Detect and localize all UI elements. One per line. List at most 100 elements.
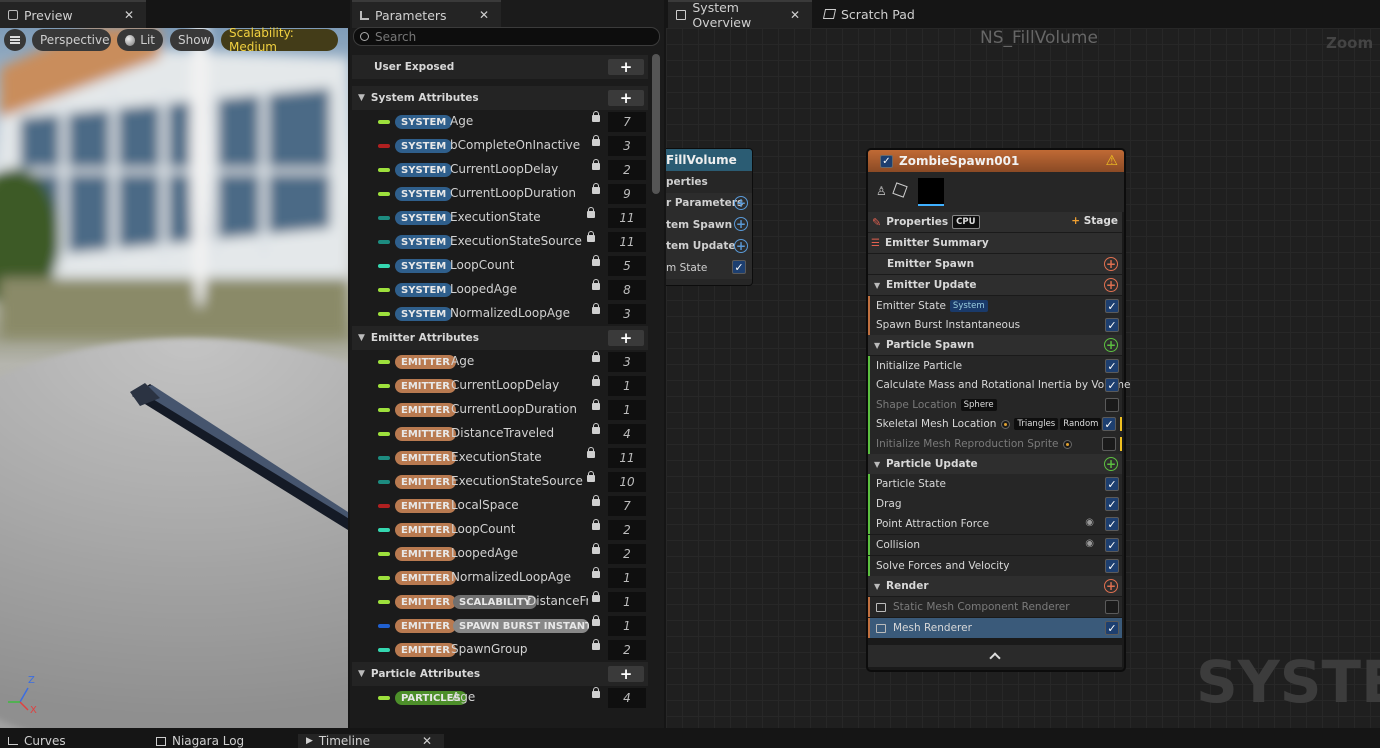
particle-attributes-header[interactable]: ▼ Particle Attributes + — [352, 662, 648, 686]
add-parameter-button[interactable]: + — [608, 90, 644, 106]
tab-system-overview[interactable]: System Overview ✕ — [668, 0, 812, 30]
user-exposed-header[interactable]: User Exposed + — [352, 55, 648, 79]
emitter-thumbnail[interactable] — [918, 178, 944, 206]
parameter-row[interactable]: SYSTEM NormalizedLoopAge 3 — [352, 302, 648, 326]
parameter-row[interactable]: EMITTER LoopCount 2 — [352, 518, 648, 542]
enabled-checkbox[interactable]: ✓ — [1105, 621, 1119, 635]
enabled-checkbox[interactable]: ✓ — [1105, 559, 1119, 573]
cube-icon[interactable] — [892, 182, 908, 198]
show-button[interactable]: Show — [170, 29, 214, 51]
enabled-checkbox[interactable]: ✓ — [1105, 477, 1119, 491]
enabled-checkbox[interactable] — [1105, 600, 1119, 614]
enabled-checkbox[interactable]: ✓ — [1105, 497, 1119, 511]
emitter-stack-skeletal[interactable]: Skeletal Mesh Location Triangles Random ✓ — [868, 414, 1122, 434]
expand-arrow-icon[interactable]: ▼ — [358, 669, 365, 679]
search-input[interactable]: Search — [353, 27, 660, 46]
enabled-checkbox[interactable]: ✓ — [1105, 318, 1119, 332]
system-node-row[interactable]: tem Spawn + — [666, 214, 752, 236]
close-icon[interactable]: ✕ — [422, 734, 432, 748]
emitter-stack-solve-forces[interactable]: Solve Forces and Velocity ✓ — [868, 556, 1122, 576]
parameter-row[interactable]: SYSTEM LoopedAge 8 — [352, 278, 648, 302]
enabled-checkbox[interactable]: ✓ — [1105, 359, 1119, 373]
system-attributes-header[interactable]: ▼ System Attributes + — [352, 86, 648, 110]
expand-arrow-icon[interactable]: ▼ — [874, 341, 886, 350]
system-node-row[interactable]: r Parameters + — [666, 192, 752, 214]
add-module-icon[interactable]: + — [734, 195, 748, 210]
parameter-row[interactable]: EMITTER CurrentLoopDelay 1 — [352, 374, 648, 398]
emitter-enabled-checkbox[interactable]: ✓ — [880, 154, 893, 168]
parameter-row[interactable]: SYSTEM ExecutionState 11 — [352, 206, 648, 230]
parameter-row[interactable]: EMITTER CurrentLoopDuration 1 — [352, 398, 648, 422]
enabled-checkbox[interactable]: ✓ — [732, 260, 746, 274]
emitter-stack-collision[interactable]: Collision ◉ ✓ — [868, 535, 1122, 555]
emitter-stack-emitter-state[interactable]: Emitter State System ✓ — [868, 296, 1122, 316]
perspective-button[interactable]: Perspective — [32, 29, 111, 51]
lit-button[interactable]: Lit — [117, 29, 163, 51]
system-node-row[interactable]: m State ✓ — [666, 257, 752, 279]
tab-parameters[interactable]: Parameters ✕ — [352, 0, 501, 28]
add-stage-button[interactable]: + Stage — [1071, 215, 1118, 227]
viewport-menu-button[interactable] — [4, 29, 26, 51]
parameter-row[interactable]: EMITTER DistanceTraveled 4 — [352, 422, 648, 446]
parameter-row[interactable]: PARTICLES Age 4 — [352, 686, 648, 710]
add-module-icon[interactable]: + — [1104, 457, 1118, 471]
add-module-icon[interactable]: + — [734, 217, 748, 231]
preview-viewport[interactable]: Z X — [0, 28, 348, 728]
parameter-row[interactable]: SYSTEM CurrentLoopDuration 9 — [352, 182, 648, 206]
add-module-icon[interactable]: + — [1104, 338, 1118, 352]
add-module-icon[interactable]: + — [1104, 278, 1118, 292]
enabled-checkbox[interactable]: ✓ — [1105, 538, 1119, 552]
emitter-node-header[interactable]: ✓ ZombieSpawn001 ⚠ — [868, 150, 1124, 172]
close-icon[interactable]: ✕ — [479, 8, 489, 22]
enabled-checkbox[interactable] — [1105, 398, 1119, 412]
expand-arrow-icon[interactable]: ▼ — [874, 582, 886, 591]
parameter-row[interactable]: EMITTER ExecutionState 11 — [352, 446, 648, 470]
emitter-stack-emitter-update[interactable]: ▼ Emitter Update + — [868, 275, 1122, 295]
emitter-stack-mesh-renderer[interactable]: Mesh Renderer ✓ — [868, 618, 1122, 638]
enabled-checkbox[interactable]: ✓ — [1105, 378, 1119, 392]
tab-preview[interactable]: Preview ✕ — [0, 0, 146, 28]
parameter-row[interactable]: EMITTER LoopedAge 2 — [352, 542, 648, 566]
parameter-row[interactable]: EMITTER SpawnGroup 2 — [352, 638, 648, 662]
tab-niagara-log[interactable]: Niagara Log — [148, 734, 244, 748]
close-icon[interactable]: ✕ — [790, 8, 800, 22]
parameter-row[interactable]: EMITTERSCALABILITYDistanceFra 1 — [352, 590, 648, 614]
tab-timeline[interactable]: ▶ Timeline ✕ — [298, 734, 444, 748]
parameter-row[interactable]: EMITTER ExecutionStateSource 10 — [352, 470, 648, 494]
emitter-stack-properties[interactable]: ✎ Properties CPU + Stage — [868, 212, 1122, 232]
parameter-row[interactable]: EMITTERSPAWN BURST INSTANTANE 1 — [352, 614, 648, 638]
tab-scratch-pad[interactable]: Scratch Pad — [816, 0, 926, 28]
emitter-stack-emitter-summary[interactable]: ☰ Emitter Summary — [868, 233, 1122, 253]
emitter-stack-point-attraction[interactable]: Point Attraction Force ◉ ✓ — [868, 514, 1122, 534]
emitter-attributes-header[interactable]: ▼ Emitter Attributes + — [352, 326, 648, 350]
parameter-row[interactable]: SYSTEM bCompleteOnInactive 3 — [352, 134, 648, 158]
emitter-stack-init-mesh[interactable]: Initialize Mesh Reproduction Sprite — [868, 434, 1122, 454]
parameter-row[interactable]: SYSTEM Age 7 — [352, 110, 648, 134]
parameter-row[interactable]: SYSTEM LoopCount 5 — [352, 254, 648, 278]
expand-arrow-icon[interactable]: ▼ — [874, 281, 886, 290]
emitter-stack-particle-spawn[interactable]: ▼ Particle Spawn + — [868, 335, 1122, 355]
collapse-bar[interactable] — [868, 645, 1122, 667]
eye-icon[interactable]: ◉ — [1085, 538, 1094, 549]
add-parameter-button[interactable]: + — [608, 666, 644, 682]
emitter-stack-calc-mass[interactable]: Calculate Mass and Rotational Inertia by… — [868, 375, 1130, 395]
add-module-icon[interactable]: + — [734, 238, 748, 253]
enabled-checkbox[interactable]: ✓ — [1105, 299, 1119, 313]
system-node-row[interactable]: tem Update + — [666, 235, 752, 257]
close-icon[interactable]: ✕ — [124, 8, 134, 22]
person-icon[interactable]: ♙ — [876, 184, 887, 198]
emitter-stack-spawn-burst[interactable]: Spawn Burst Instantaneous ✓ — [868, 315, 1122, 335]
emitter-stack-static-mesh[interactable]: Static Mesh Component Renderer — [868, 597, 1122, 617]
enabled-checkbox[interactable]: ✓ — [1105, 517, 1119, 531]
add-module-icon[interactable]: + — [1104, 257, 1118, 271]
emitter-stack-shape-location[interactable]: Shape Location Sphere — [868, 395, 1122, 415]
parameter-row[interactable]: EMITTER NormalizedLoopAge 1 — [352, 566, 648, 590]
scalability-button[interactable]: Scalability: Medium — [221, 26, 338, 54]
emitter-stack-particle-update[interactable]: ▼ Particle Update + — [868, 454, 1122, 474]
parameter-row[interactable]: SYSTEM CurrentLoopDelay 2 — [352, 158, 648, 182]
expand-arrow-icon[interactable]: ▼ — [874, 460, 886, 469]
params-scrollbar[interactable] — [652, 54, 660, 194]
parameter-row[interactable]: SYSTEM ExecutionStateSource 11 — [352, 230, 648, 254]
warning-icon[interactable]: ⚠ — [1105, 153, 1118, 169]
system-node[interactable]: FillVolume perties r Parameters + tem Spawn… — [666, 148, 753, 286]
